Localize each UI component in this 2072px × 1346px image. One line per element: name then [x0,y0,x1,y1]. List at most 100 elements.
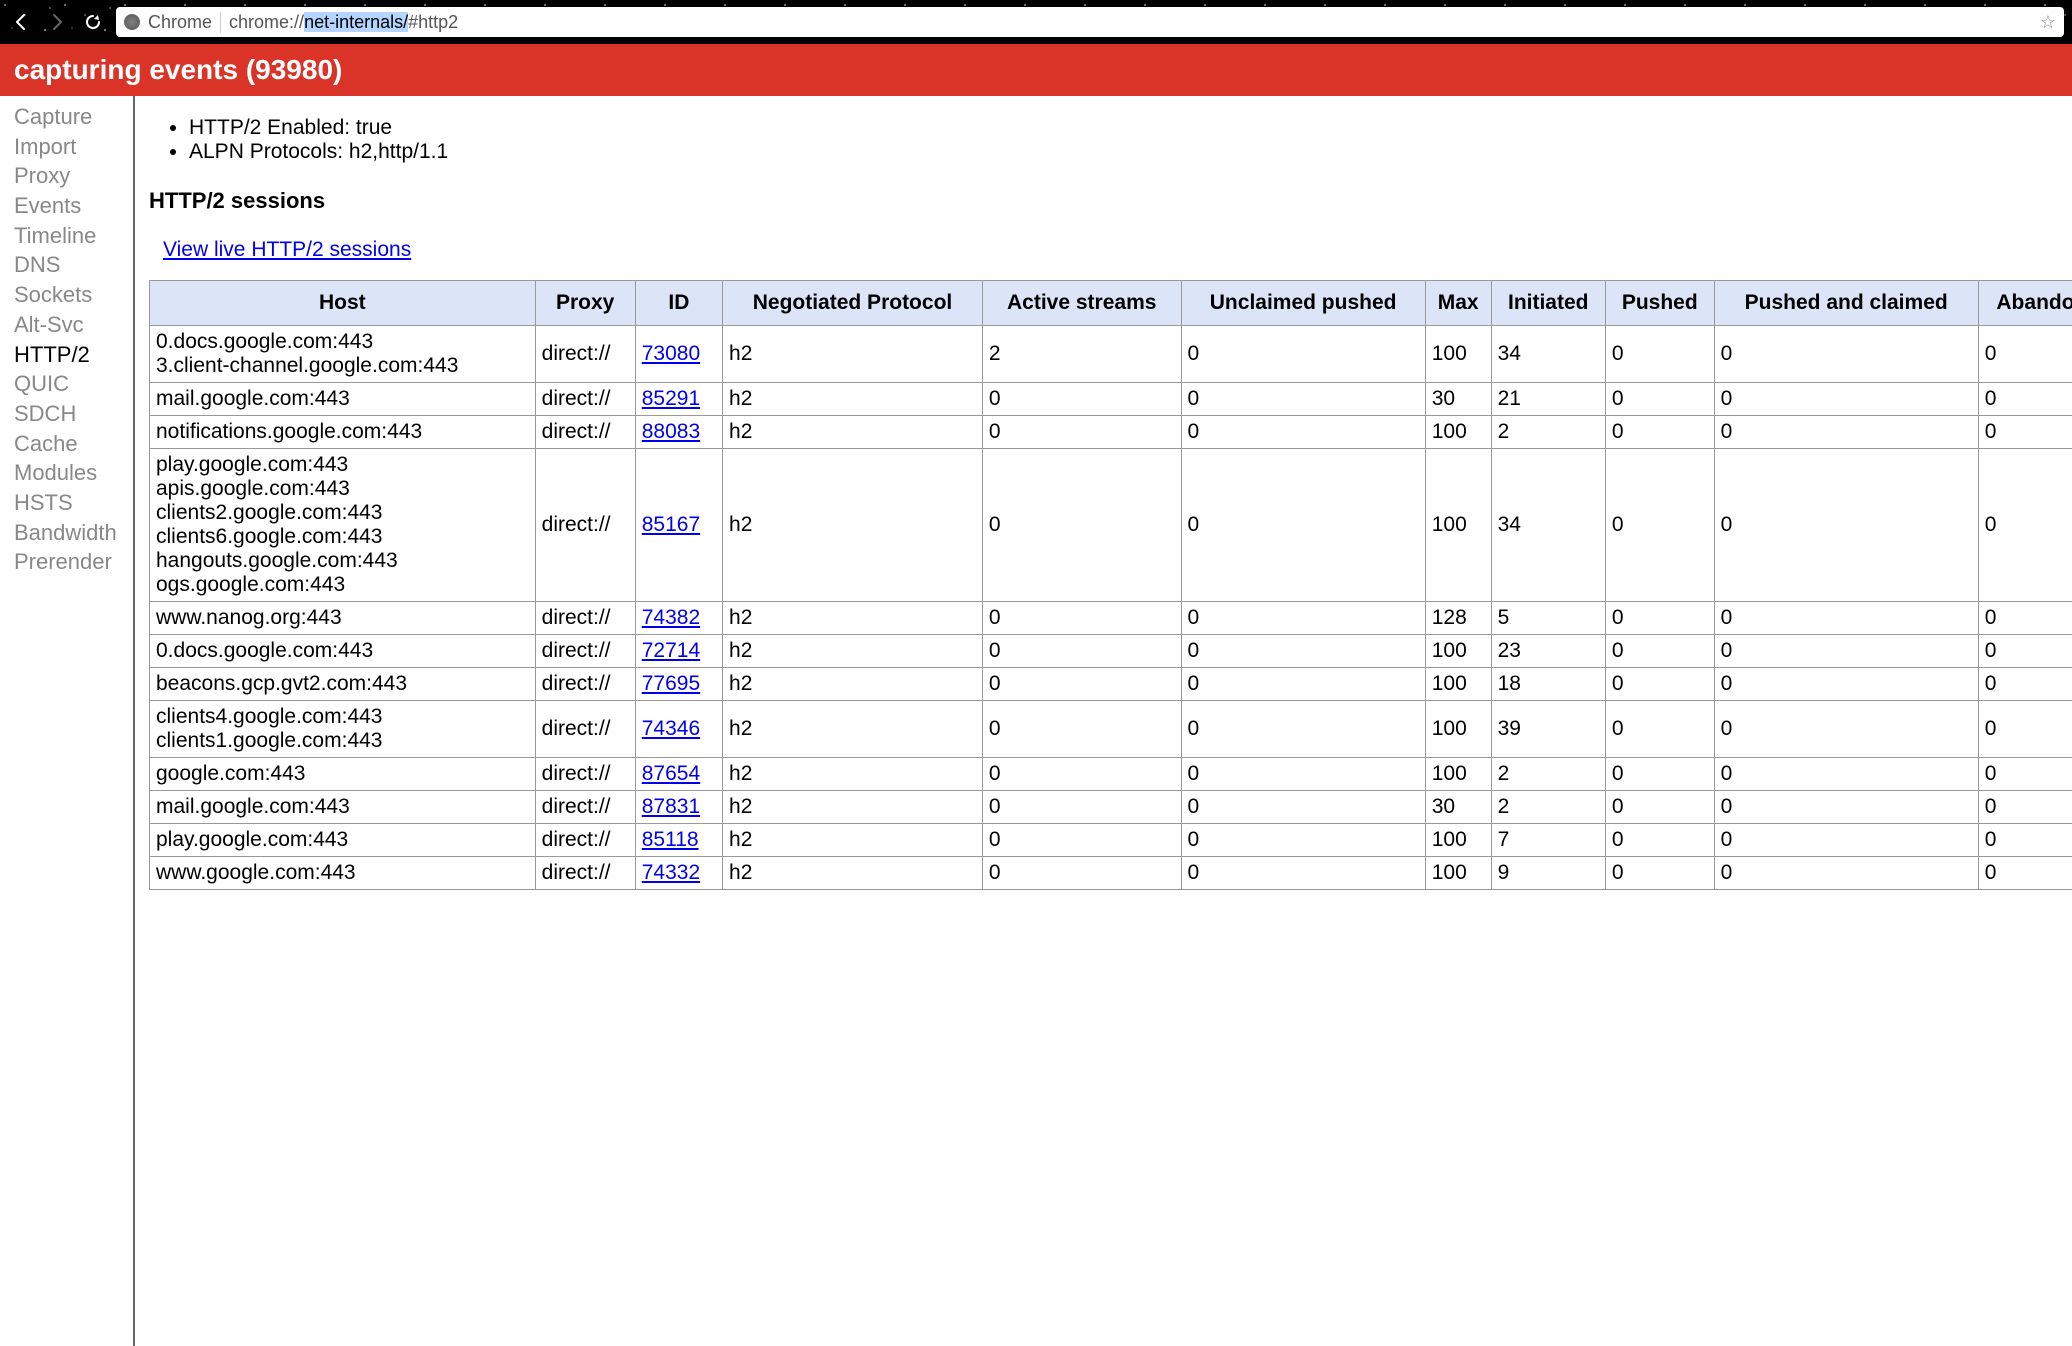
column-header[interactable]: Host [150,281,536,326]
cell-initiated: 21 [1491,383,1605,416]
cell-pushed: 0 [1605,791,1714,824]
cell-protocol: h2 [723,701,983,758]
column-header[interactable]: Initiated [1491,281,1605,326]
cell-id: 85167 [635,449,722,602]
cell-proxy: direct:// [535,758,635,791]
column-header[interactable]: Pushed [1605,281,1714,326]
column-header[interactable]: ID [635,281,722,326]
cell-pushed_claimed: 0 [1714,758,1978,791]
sidebar-item-alt-svc[interactable]: Alt-Svc [14,310,121,340]
cell-host: mail.google.com:443 [150,791,536,824]
cell-pushed: 0 [1605,326,1714,383]
session-id-link[interactable]: 77695 [642,672,700,695]
cell-pushed_claimed: 0 [1714,701,1978,758]
cell-initiated: 34 [1491,326,1605,383]
view-live-sessions-link[interactable]: View live HTTP/2 sessions [163,238,411,262]
cell-max: 100 [1425,635,1491,668]
cell-active: 0 [982,602,1181,635]
cell-pushed: 0 [1605,383,1714,416]
cell-protocol: h2 [723,668,983,701]
cell-active: 0 [982,383,1181,416]
reload-button[interactable] [80,9,106,35]
cell-initiated: 23 [1491,635,1605,668]
omnibox-label: Chrome [148,12,221,33]
cell-unclaimed: 0 [1181,383,1425,416]
cell-host: play.google.com:443 [150,824,536,857]
session-id-link[interactable]: 74346 [642,717,700,740]
cell-proxy: direct:// [535,326,635,383]
column-header[interactable]: Max [1425,281,1491,326]
cell-pushed_claimed: 0 [1714,602,1978,635]
cell-initiated: 9 [1491,857,1605,890]
cell-unclaimed: 0 [1181,791,1425,824]
column-header[interactable]: Proxy [535,281,635,326]
cell-max: 30 [1425,791,1491,824]
table-row: www.google.com:443direct://74332h2001009… [150,857,2072,890]
cell-abandon: 0 [1978,416,2072,449]
omnibox-url[interactable]: chrome://net-internals/#http2 [229,12,2032,33]
sidebar-item-proxy[interactable]: Proxy [14,161,121,191]
table-header-row: HostProxyIDNegotiated ProtocolActive str… [150,281,2072,326]
sidebar-item-sockets[interactable]: Sockets [14,280,121,310]
cell-host: 0.docs.google.com:443 [150,635,536,668]
cell-pushed_claimed: 0 [1714,824,1978,857]
sidebar-item-quic[interactable]: QUIC [14,369,121,399]
sidebar-item-sdch[interactable]: SDCH [14,399,121,429]
session-id-link[interactable]: 87654 [642,762,700,785]
cell-protocol: h2 [723,824,983,857]
cell-pushed_claimed: 0 [1714,635,1978,668]
page-layout: CaptureImportProxyEventsTimelineDNSSocke… [0,96,2072,1346]
cell-protocol: h2 [723,449,983,602]
session-id-link[interactable]: 85167 [642,513,700,536]
cell-active: 0 [982,824,1181,857]
sidebar-item-modules[interactable]: Modules [14,458,121,488]
cell-initiated: 39 [1491,701,1605,758]
session-id-link[interactable]: 87831 [642,795,700,818]
cell-pushed: 0 [1605,758,1714,791]
sidebar-item-http-2[interactable]: HTTP/2 [14,340,121,370]
session-id-link[interactable]: 74382 [642,606,700,629]
omnibox[interactable]: Chrome chrome://net-internals/#http2 ☆ [116,7,2064,37]
cell-abandon: 0 [1978,383,2072,416]
sidebar-item-prerender[interactable]: Prerender [14,547,121,577]
sidebar-item-timeline[interactable]: Timeline [14,221,121,251]
cell-initiated: 34 [1491,449,1605,602]
sidebar-item-events[interactable]: Events [14,191,121,221]
table-row: google.com:443direct://87654h2001002000 [150,758,2072,791]
cell-proxy: direct:// [535,635,635,668]
sidebar-item-capture[interactable]: Capture [14,102,121,132]
sidebar-item-import[interactable]: Import [14,132,121,162]
session-id-link[interactable]: 88083 [642,420,700,443]
session-id-link[interactable]: 73080 [642,342,700,365]
sidebar-item-dns[interactable]: DNS [14,250,121,280]
cell-max: 128 [1425,602,1491,635]
table-row: play.google.com:443direct://85118h200100… [150,824,2072,857]
bookmark-star-icon[interactable]: ☆ [2040,12,2056,33]
session-id-link[interactable]: 85291 [642,387,700,410]
session-id-link[interactable]: 72714 [642,639,700,662]
info-list: HTTP/2 Enabled: trueALPN Protocols: h2,h… [177,116,2066,164]
cell-host: mail.google.com:443 [150,383,536,416]
column-header[interactable]: Unclaimed pushed [1181,281,1425,326]
column-header[interactable]: Negotiated Protocol [723,281,983,326]
session-id-link[interactable]: 74332 [642,861,700,884]
cell-pushed_claimed: 0 [1714,326,1978,383]
sidebar-item-cache[interactable]: Cache [14,429,121,459]
session-id-link[interactable]: 85118 [642,828,699,851]
cell-unclaimed: 0 [1181,824,1425,857]
section-title: HTTP/2 sessions [149,188,2066,214]
cell-unclaimed: 0 [1181,449,1425,602]
cell-max: 100 [1425,668,1491,701]
column-header[interactable]: Abandon [1978,281,2072,326]
column-header[interactable]: Active streams [982,281,1181,326]
cell-pushed: 0 [1605,668,1714,701]
cell-proxy: direct:// [535,416,635,449]
column-header[interactable]: Pushed and claimed [1714,281,1978,326]
sidebar-item-bandwidth[interactable]: Bandwidth [14,518,121,548]
cell-active: 0 [982,701,1181,758]
cell-host: 0.docs.google.com:443 3.client-channel.g… [150,326,536,383]
sidebar-item-hsts[interactable]: HSTS [14,488,121,518]
table-row: mail.google.com:443direct://87831h200302… [150,791,2072,824]
back-button[interactable] [8,9,34,35]
cell-protocol: h2 [723,326,983,383]
